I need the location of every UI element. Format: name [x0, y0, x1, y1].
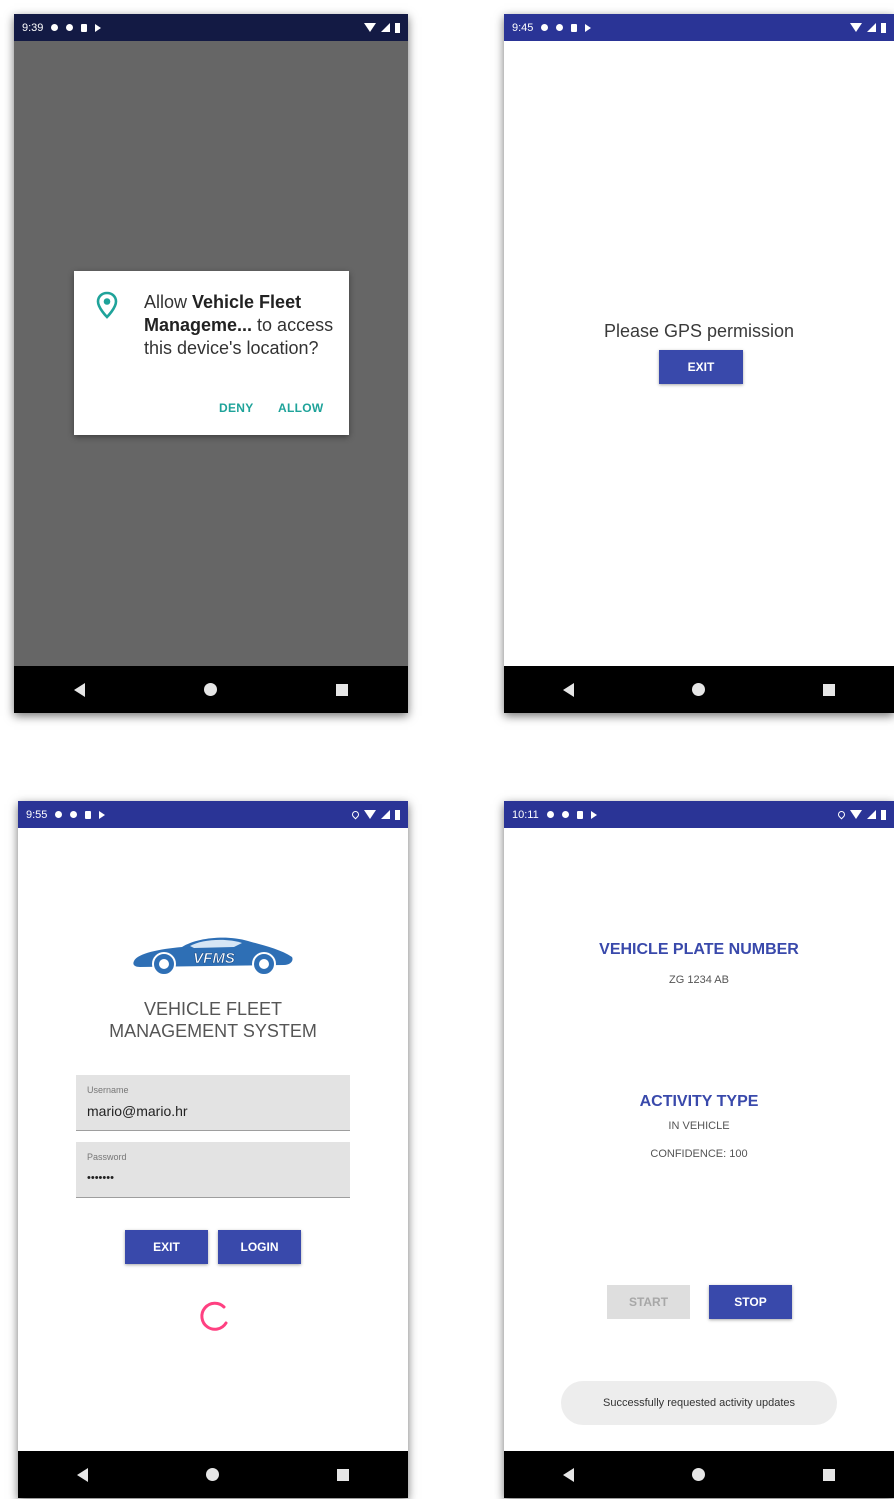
battery-icon: [395, 22, 400, 33]
battery-icon: [881, 22, 886, 33]
status-bar: 9:55: [18, 801, 408, 828]
deny-button[interactable]: DENY: [219, 401, 254, 415]
back-icon[interactable]: [77, 1467, 88, 1482]
battery-icon: [881, 809, 886, 820]
status-time: 9:39: [22, 21, 44, 34]
exit-button[interactable]: EXIT: [125, 1230, 208, 1264]
phone-gps-permission: 9:45 Please GPS permission EXIT: [504, 14, 894, 713]
permission-dialog: Allow Vehicle Fleet Manageme... to acces…: [74, 271, 349, 435]
signal-icon: [381, 23, 390, 32]
sd-card-icon: [576, 810, 583, 819]
app-title-line1: VEHICLE FLEET: [143, 999, 283, 1019]
home-icon[interactable]: [206, 1468, 219, 1481]
password-label: Password: [87, 1152, 127, 1162]
status-bar: 9:45: [504, 14, 894, 41]
settings-icon: [541, 24, 549, 31]
wifi-icon: [364, 810, 376, 819]
stop-button[interactable]: STOP: [709, 1285, 792, 1319]
password-input[interactable]: •••••••: [87, 1172, 114, 1184]
home-icon[interactable]: [203, 683, 217, 696]
confidence-value: CONFIDENCE: 100: [650, 1148, 748, 1160]
recents-icon[interactable]: [336, 683, 349, 696]
home-icon[interactable]: [692, 1468, 705, 1481]
recents-icon[interactable]: [823, 1468, 835, 1481]
shield-icon: [556, 24, 564, 31]
settings-icon: [51, 24, 59, 31]
navigation-bar: [18, 1451, 408, 1498]
sd-card-icon: [81, 23, 88, 32]
shield-icon: [70, 811, 78, 818]
phone-permission-dialog: 9:39 Allow Vehicle Fleet Manageme... to …: [14, 14, 408, 713]
shield-icon: [66, 24, 74, 31]
back-icon[interactable]: [563, 682, 574, 697]
status-bar: 10:11: [504, 801, 894, 828]
activity-heading: ACTIVITY TYPE: [639, 1093, 759, 1110]
login-button[interactable]: LOGIN: [218, 1230, 301, 1264]
wifi-icon: [364, 23, 376, 32]
status-time: 9:55: [26, 808, 48, 821]
vfms-car-logo: VFMS: [133, 937, 293, 976]
navigation-bar: [504, 1451, 894, 1498]
password-field[interactable]: Password •••••••: [76, 1142, 350, 1198]
home-icon[interactable]: [692, 683, 705, 696]
sd-card-icon: [571, 23, 578, 32]
status-time: 10:11: [512, 808, 539, 821]
loading-spinner-icon: [200, 1301, 228, 1331]
signal-icon: [381, 810, 390, 819]
phone-login: 9:55 VFMS VEHICLE FLEET MANAGEMENT SYSTE…: [18, 801, 408, 1498]
allow-button[interactable]: ALLOW: [278, 401, 324, 415]
exit-button[interactable]: EXIT: [659, 350, 743, 384]
signal-icon: [867, 810, 876, 819]
username-label: Username: [87, 1085, 129, 1095]
gps-screen: Please GPS permission EXIT: [504, 41, 894, 666]
battery-icon: [395, 809, 400, 820]
activity-screen: VEHICLE PLATE NUMBER ZG 1234 AB ACTIVITY…: [504, 828, 894, 1451]
back-icon[interactable]: [563, 1467, 574, 1482]
plate-value: ZG 1234 AB: [669, 974, 729, 986]
play-icon: [590, 810, 597, 819]
wifi-icon: [850, 810, 862, 819]
status-bar: 9:39: [14, 14, 408, 41]
activity-value: IN VEHICLE: [668, 1120, 730, 1132]
play-icon: [585, 23, 592, 32]
plate-heading: VEHICLE PLATE NUMBER: [599, 941, 799, 958]
wifi-icon: [850, 23, 862, 32]
back-icon[interactable]: [73, 682, 85, 697]
sd-card-icon: [85, 810, 92, 819]
settings-icon: [55, 811, 63, 818]
location-status-icon: [836, 809, 847, 820]
shield-icon: [561, 811, 569, 818]
app-title-line2: MANAGEMENT SYSTEM: [109, 1021, 317, 1041]
play-icon: [99, 810, 106, 819]
username-input[interactable]: mario@mario.hr: [87, 1103, 188, 1119]
location-pin-icon: [96, 291, 118, 319]
permission-prefix: Allow: [144, 292, 193, 312]
location-status-icon: [350, 809, 361, 820]
username-field[interactable]: Username mario@mario.hr: [76, 1075, 350, 1131]
toast-message: Successfully requested activity updates: [561, 1381, 837, 1425]
start-button[interactable]: START: [607, 1285, 690, 1319]
app-title: VEHICLE FLEET MANAGEMENT SYSTEM: [18, 998, 408, 1042]
signal-icon: [867, 23, 876, 32]
gps-message: Please GPS permission: [603, 321, 795, 341]
status-time: 9:45: [512, 21, 534, 34]
dimmed-background: Allow Vehicle Fleet Manageme... to acces…: [14, 41, 408, 666]
permission-message: Allow Vehicle Fleet Manageme... to acces…: [144, 291, 334, 360]
login-screen: VFMS VEHICLE FLEET MANAGEMENT SYSTEM Use…: [18, 828, 408, 1451]
play-icon: [95, 23, 102, 32]
recents-icon[interactable]: [823, 683, 835, 696]
settings-icon: [546, 811, 554, 818]
navigation-bar: [14, 666, 408, 713]
phone-activity: 10:11 VEHICLE PLATE NUMBER ZG 1234 AB AC…: [504, 801, 894, 1498]
recents-icon[interactable]: [337, 1468, 349, 1481]
navigation-bar: [504, 666, 894, 713]
logo-text: VFMS: [193, 950, 235, 967]
